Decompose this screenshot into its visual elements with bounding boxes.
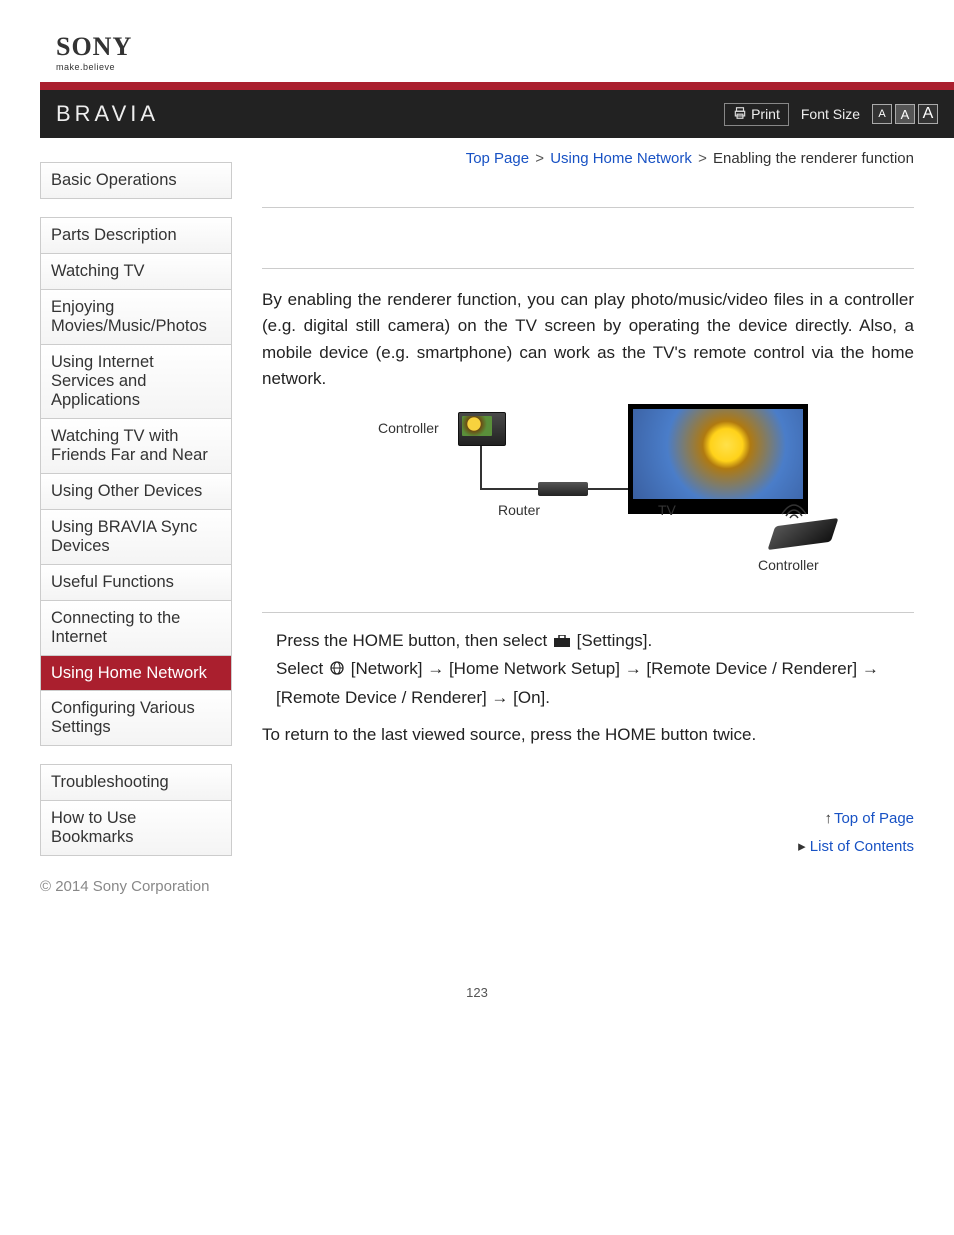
nav-item[interactable]: Using Internet Services and Applications [41, 345, 231, 419]
print-icon [733, 106, 747, 123]
footer: © 2014 Sony Corporation [0, 878, 954, 895]
print-button[interactable]: Print [724, 103, 789, 126]
breadcrumb-link-section[interactable]: Using Home Network [550, 150, 692, 167]
breadcrumb-current: Enabling the renderer function [713, 150, 914, 167]
font-size-buttons: A A A [872, 104, 938, 124]
print-label: Print [751, 106, 780, 122]
step-1-text-b: [Settings]. [577, 631, 653, 650]
nav-item[interactable]: Enjoying Movies/Music/Photos [41, 290, 231, 345]
breadcrumb-sep: > [535, 150, 544, 167]
product-name: BRAVIA [56, 101, 159, 127]
globe-icon [330, 656, 344, 683]
diagram-label-controller2: Controller [758, 557, 819, 573]
font-size-large-button[interactable]: A [918, 104, 938, 124]
font-size-medium-button[interactable]: A [895, 104, 915, 124]
copyright: © 2014 Sony Corporation [40, 878, 210, 895]
font-size-small-button[interactable]: A [872, 104, 892, 124]
nav-item[interactable]: Using Home Network [41, 656, 231, 692]
nav-group-1: Basic Operations [40, 162, 232, 199]
sidebar: Basic Operations Parts DescriptionWatchi… [40, 144, 232, 874]
list-of-contents-link[interactable]: List of Contents [810, 838, 914, 855]
step-1-text-a: Press the HOME button, then select [276, 631, 552, 650]
bottom-links: ↑Top of Page ▸ List of Contents [262, 805, 914, 862]
diagram-camera-icon [458, 412, 506, 446]
breadcrumb-link-top[interactable]: Top Page [466, 150, 529, 167]
breadcrumb: Top Page > Using Home Network > Enabling… [262, 150, 914, 167]
nav-item[interactable]: Troubleshooting [41, 765, 231, 801]
nav-item[interactable]: Watching TV with Friends Far and Near [41, 419, 231, 474]
toolbox-icon [554, 628, 570, 655]
nav-item[interactable]: Watching TV [41, 254, 231, 290]
tagline: make.believe [56, 62, 954, 72]
steps: Press the HOME button, then select [Sett… [276, 627, 914, 710]
divider [262, 612, 914, 613]
nav-item[interactable]: Connecting to the Internet [41, 601, 231, 656]
diagram-remote-icon [767, 518, 838, 550]
divider [262, 268, 914, 269]
nav-item[interactable]: Using BRAVIA Sync Devices [41, 510, 231, 565]
step-1: Press the HOME button, then select [Sett… [276, 627, 914, 655]
accent-bar [40, 82, 954, 90]
nav-item[interactable]: Using Other Devices [41, 474, 231, 510]
nav-item[interactable]: Useful Functions [41, 565, 231, 601]
breadcrumb-sep: > [698, 150, 707, 167]
triangle-right-icon: ▸ [798, 838, 806, 855]
diagram-router-icon [538, 482, 588, 496]
arrow-up-icon: ↑ [824, 810, 832, 827]
step-2: Select [Network] → [Home Network Setup] … [276, 655, 914, 710]
step-2-text-b: [Network] → [Home Network Setup] → [Remo… [276, 659, 879, 706]
nav-item[interactable]: Basic Operations [41, 163, 231, 199]
diagram-tv-icon [628, 404, 808, 514]
page-number: 123 [0, 985, 954, 1000]
font-size-label: Font Size [801, 106, 860, 122]
intro-paragraph: By enabling the renderer function, you c… [262, 287, 914, 392]
logo-area: SONY make.believe [0, 0, 954, 82]
step-2-text-a: Select [276, 659, 328, 678]
network-diagram: Controller Router TV Controller [262, 412, 914, 582]
nav-item[interactable]: How to Use Bookmarks [41, 801, 231, 856]
diagram-label-tv: TV [658, 502, 676, 518]
top-of-page-link[interactable]: Top of Page [834, 810, 914, 827]
diagram-label-router: Router [498, 502, 540, 518]
nav-group-2: Parts DescriptionWatching TVEnjoying Mov… [40, 217, 232, 746]
title-bar: BRAVIA Print Font Size A A A [40, 90, 954, 138]
diagram-line [480, 446, 482, 490]
nav-group-3: TroubleshootingHow to Use Bookmarks [40, 764, 232, 856]
main-content: Top Page > Using Home Network > Enabling… [262, 144, 914, 874]
nav-item[interactable]: Parts Description [41, 218, 231, 254]
sony-logo: SONY [56, 32, 954, 62]
diagram-label-controller: Controller [378, 420, 439, 436]
nav-item[interactable]: Configuring Various Settings [41, 691, 231, 746]
note-text: To return to the last viewed source, pre… [262, 725, 914, 745]
